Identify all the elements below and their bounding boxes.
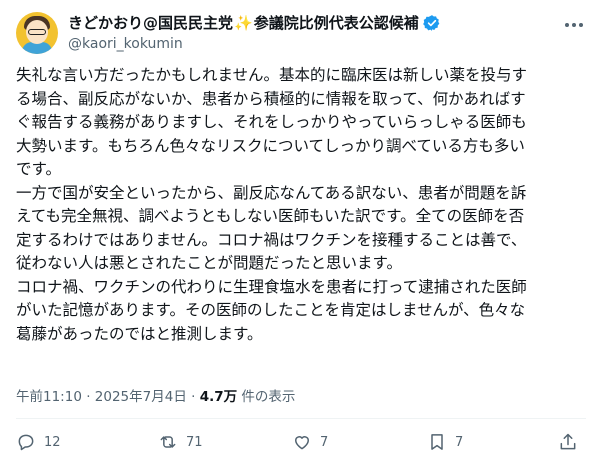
more-icon[interactable] <box>562 16 586 34</box>
divider <box>16 418 586 419</box>
user-handle[interactable]: @kaori_kokumin <box>68 34 441 54</box>
like-icon <box>295 436 309 450</box>
avatar[interactable] <box>16 12 58 54</box>
bookmark-button[interactable]: 7 <box>427 432 463 452</box>
tweet-header: きどかおり@国民民主党 ✨ 参議院比例代表公認候補 @kaori_kokumin <box>16 12 586 56</box>
tweet-line: 定するわけではありません。コロナ禍はワクチンを接種することは善で、 <box>16 230 527 249</box>
tweet-line: です。 <box>16 160 61 178</box>
tweet-text: 失礼な言い方だったかもしれません。基本的に臨床医は新しい薬を投与す る場合、副反… <box>16 64 588 346</box>
like-count: 7 <box>320 434 329 450</box>
like-button[interactable]: 7 <box>292 432 328 452</box>
tweet-line: 一方で国が安全といったから、副反応なんてある訳ない、患者が問題を訴 <box>16 183 527 202</box>
tweet-line: 葛藤があったのではと推測します。 <box>16 324 263 343</box>
author-info: きどかおり@国民民主党 ✨ 参議院比例代表公認候補 @kaori_kokumin <box>68 13 441 54</box>
views-label: 件の表示 <box>237 389 296 405</box>
display-name-part1: きどかおり@国民民主党 <box>68 14 234 32</box>
display-name-part2: 参議院比例代表公認候補 <box>253 14 419 32</box>
share-button[interactable] <box>558 432 578 452</box>
display-name[interactable]: きどかおり@国民民主党 ✨ 参議院比例代表公認候補 <box>68 13 441 33</box>
tweet-line: がいた記憶があります。その医師のしたことを肯定はしませんが、色々な <box>16 301 526 319</box>
tweet-line: コロナ禍、ワクチンの代わりに生理食塩水を患者に打って逮捕された医師 <box>16 277 527 296</box>
reply-count: 12 <box>44 434 61 450</box>
share-icon <box>560 433 576 450</box>
verified-badge-icon <box>422 15 440 31</box>
retweet-icon <box>160 436 176 448</box>
timestamp[interactable]: 午前11:10 · 2025年7月4日 · <box>16 389 200 405</box>
retweet-button[interactable]: 71 <box>158 432 203 452</box>
tweet-line: 失礼な言い方だったかもしれません。基本的に臨床医は新しい薬を投与す <box>16 66 528 84</box>
retweet-count: 71 <box>186 434 203 450</box>
tweet-line: 大勢います。もちろん色々なリスクについてしっかり調べている方も多い <box>16 136 525 155</box>
bookmark-count: 7 <box>455 434 464 450</box>
reply-button[interactable]: 12 <box>16 432 61 452</box>
tweet-line: えても完全無視、調べようともしない医師もいた訳です。全ての医師を否 <box>16 207 525 225</box>
reply-icon <box>18 434 34 451</box>
views-count: 4.7万 <box>199 389 238 405</box>
tweet-line: 従わない人は悪とされたことが問題だったと思います。 <box>16 254 402 272</box>
action-bar: 12 71 7 7 <box>16 432 588 456</box>
bookmark-icon <box>431 434 443 450</box>
tweet-meta: 午前11:10 · 2025年7月4日 · 4.7万 件の表示 <box>16 385 295 405</box>
tweet-line: ぐ報告する義務がありますし、それをしっかりやっていらっしゃる医師も <box>16 113 527 131</box>
tweet-line: る場合、副反応がないか、患者から積極的に情報を取って、何かあればす <box>16 89 526 108</box>
sparkle-icon: ✨ <box>234 14 253 32</box>
